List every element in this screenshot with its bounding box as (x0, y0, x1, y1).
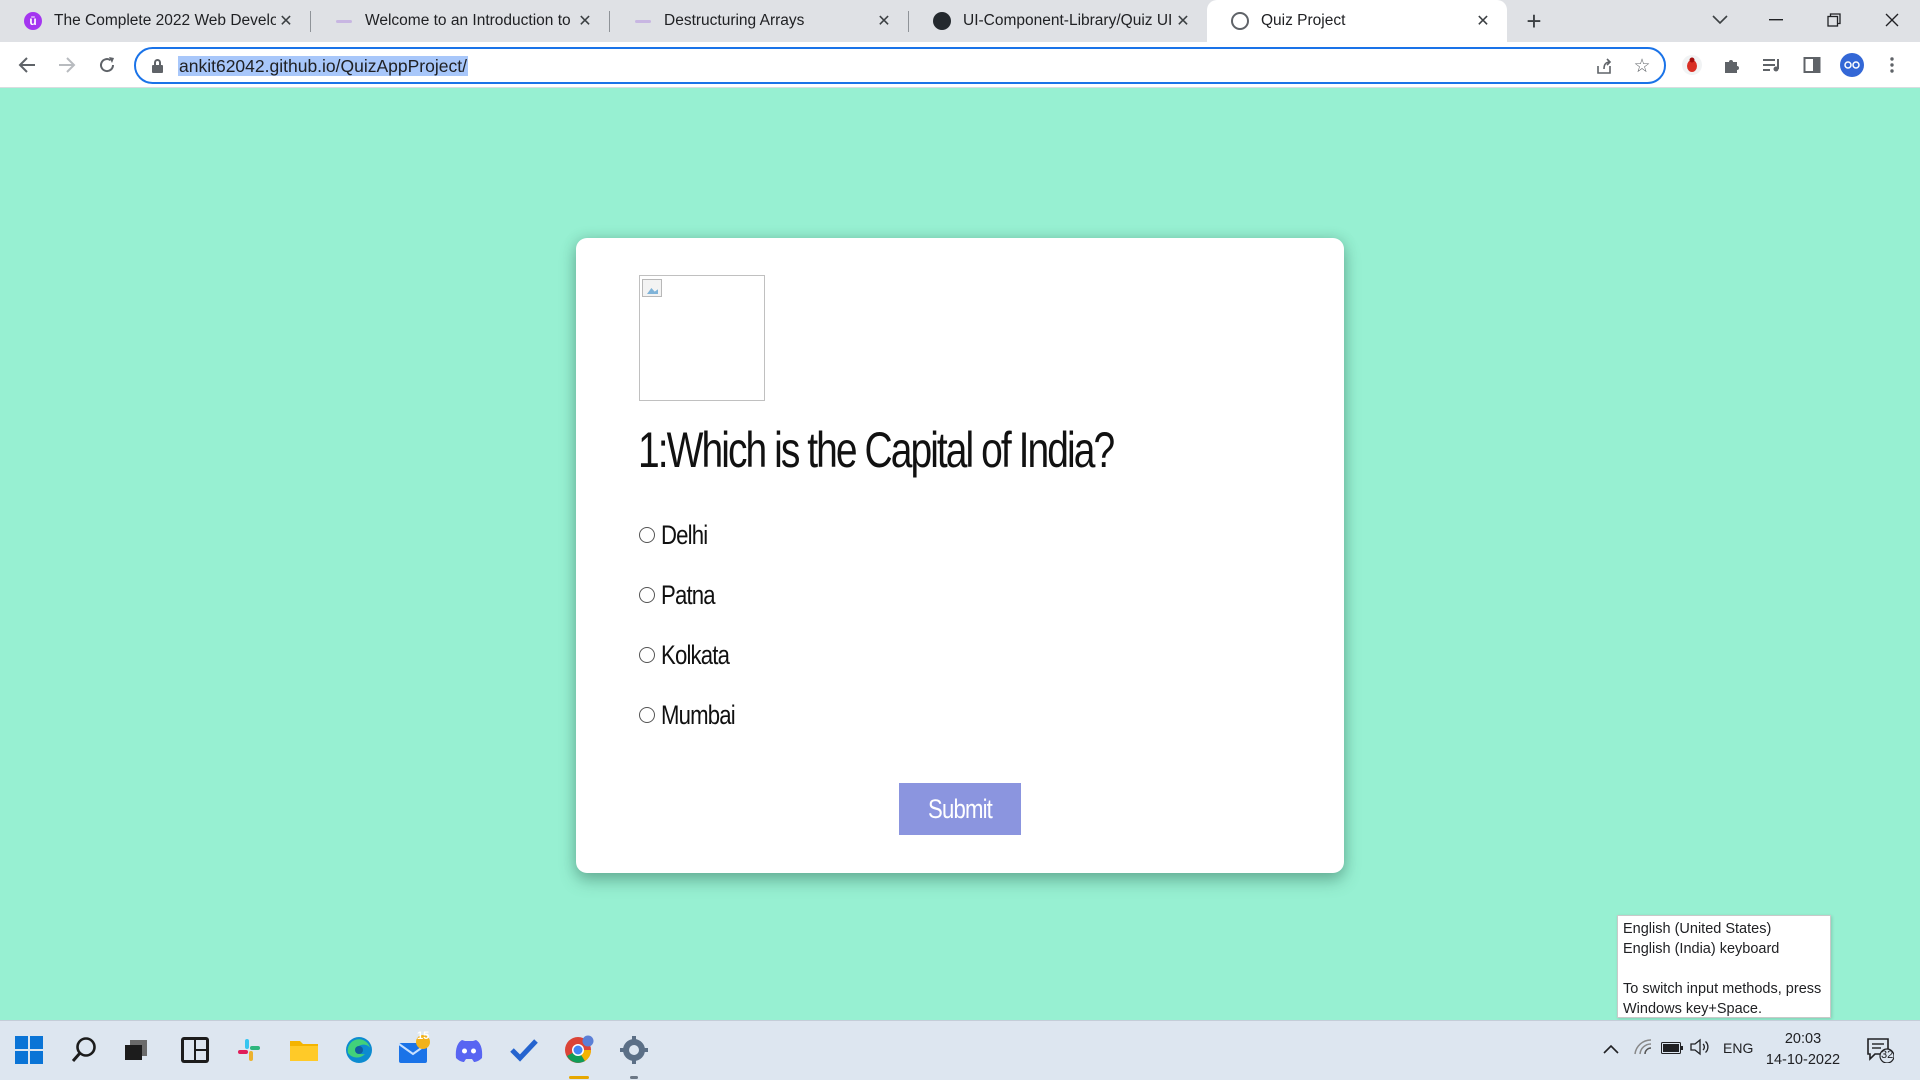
tooltip-line: English (United States) (1623, 921, 1772, 937)
address-bar[interactable]: ankit62042.github.io/QuizAppProject/ ☆ (134, 47, 1666, 84)
wifi-icon[interactable] (1634, 1039, 1652, 1059)
globe-icon (1231, 12, 1249, 30)
option-kolkata[interactable]: Kolkata (639, 640, 744, 670)
option-mumbai[interactable]: Mumbai (639, 700, 751, 730)
broken-image-icon (642, 279, 662, 297)
todo-check-icon[interactable] (505, 1031, 543, 1069)
clock-time: 20:03 (1784, 1031, 1822, 1047)
url-text[interactable]: ankit62042.github.io/QuizAppProject/ (178, 56, 468, 76)
bug-extension-icon[interactable] (1676, 49, 1708, 81)
discord-icon[interactable] (450, 1031, 488, 1069)
submit-label: Submit (927, 793, 993, 824)
extensions-puzzle-icon[interactable] (1716, 49, 1748, 81)
quiz-image-placeholder (639, 275, 765, 401)
minimize-icon[interactable] (1748, 0, 1804, 40)
tab-title: Quiz Project (1261, 12, 1346, 29)
show-hidden-icons-chevron-icon[interactable] (1603, 1041, 1619, 1058)
course-icon (335, 12, 353, 30)
share-icon[interactable] (1592, 54, 1616, 78)
github-icon (933, 12, 951, 30)
side-panel-icon[interactable] (1796, 49, 1828, 81)
chrome-active-indicator (569, 1076, 589, 1079)
tab-quiz-project[interactable]: Quiz Project ✕ (1207, 0, 1507, 42)
close-icon[interactable]: ✕ (1473, 11, 1493, 31)
forward-icon[interactable] (51, 49, 83, 81)
tab-title: The Complete 2022 Web Develop (54, 12, 276, 29)
back-icon[interactable] (11, 49, 43, 81)
radio-button[interactable] (639, 527, 655, 543)
clock[interactable]: 20:03 14-10-2022 (1760, 1029, 1846, 1071)
browser-tab-strip: ū The Complete 2022 Web Develop ✕ Welcom… (0, 0, 1920, 42)
new-tab-button[interactable]: + (1518, 5, 1550, 37)
windows-start-icon[interactable] (10, 1031, 48, 1069)
tab-github[interactable]: UI-Component-Library/Quiz UI C ✕ (909, 0, 1207, 42)
settings-gear-icon[interactable] (615, 1031, 653, 1069)
option-label[interactable]: Patna (661, 580, 716, 611)
edge-browser-icon[interactable] (340, 1031, 378, 1069)
close-window-icon[interactable] (1864, 0, 1920, 40)
search-icon[interactable] (65, 1031, 103, 1069)
media-queue-icon[interactable] (1756, 49, 1788, 81)
tooltip-line: Windows key+Space. (1623, 1001, 1763, 1017)
browser-menu-icon[interactable] (1876, 49, 1908, 81)
profile-avatar-icon[interactable] (1836, 49, 1868, 81)
quiz-card: 1:Which is the Capital of India? Delhi P… (576, 238, 1344, 873)
widgets-icon[interactable] (176, 1031, 214, 1069)
lock-icon[interactable] (152, 59, 163, 73)
option-delhi[interactable]: Delhi (639, 520, 718, 550)
task-view-icon[interactable] (117, 1031, 155, 1069)
volume-icon[interactable] (1690, 1038, 1710, 1060)
restore-icon[interactable] (1806, 0, 1862, 40)
option-label[interactable]: Kolkata (661, 640, 730, 671)
question-text: 1:Which is the Capital of India? (638, 422, 1115, 478)
close-icon[interactable]: ✕ (1173, 11, 1193, 31)
tab-search-icon[interactable] (1692, 0, 1748, 40)
chrome-icon[interactable] (560, 1031, 598, 1069)
file-explorer-icon[interactable] (285, 1031, 323, 1069)
mail-icon[interactable]: 15 (395, 1030, 433, 1069)
tab-title: Destructuring Arrays (664, 12, 805, 29)
close-icon[interactable]: ✕ (575, 11, 595, 31)
option-label[interactable]: Delhi (661, 520, 708, 551)
course-icon (634, 12, 652, 30)
clock-date: 14-10-2022 (1765, 1052, 1841, 1068)
bookmark-star-icon[interactable]: ☆ (1630, 54, 1654, 78)
udemy-icon: ū (24, 12, 42, 30)
windows-taskbar: 15 ENG 20:03 14-10-2022 32 (0, 1020, 1920, 1080)
tab-destructuring-arrays[interactable]: Destructuring Arrays ✕ (610, 0, 908, 42)
notification-center-icon[interactable]: 32 (1866, 1037, 1895, 1067)
tooltip-line: English (India) keyboard (1623, 941, 1780, 957)
close-icon[interactable]: ✕ (874, 11, 894, 31)
tab-udemy[interactable]: ū The Complete 2022 Web Develop ✕ (0, 0, 310, 42)
submit-button[interactable]: Submit (899, 783, 1021, 835)
tab-introduction[interactable]: Welcome to an Introduction to R ✕ (311, 0, 609, 42)
settings-running-indicator (630, 1076, 638, 1079)
radio-button[interactable] (639, 707, 655, 723)
close-icon[interactable]: ✕ (276, 11, 296, 31)
browser-toolbar: ankit62042.github.io/QuizAppProject/ ☆ (0, 42, 1920, 88)
mail-badge: 15 (417, 1030, 430, 1042)
option-label[interactable]: Mumbai (661, 700, 736, 731)
reload-icon[interactable] (91, 49, 123, 81)
option-patna[interactable]: Patna (639, 580, 727, 610)
battery-icon[interactable] (1661, 1041, 1683, 1058)
input-method-tooltip: English (United States) English (India) … (1617, 915, 1831, 1018)
tooltip-line: To switch input methods, press (1623, 981, 1822, 997)
language-indicator[interactable]: ENG (1723, 1040, 1753, 1056)
slack-icon[interactable] (230, 1031, 268, 1069)
tab-title: UI-Component-Library/Quiz UI C (963, 12, 1173, 29)
notification-count: 32 (1881, 1049, 1894, 1061)
radio-button[interactable] (639, 587, 655, 603)
radio-button[interactable] (639, 647, 655, 663)
tab-title: Welcome to an Introduction to R (365, 12, 575, 29)
